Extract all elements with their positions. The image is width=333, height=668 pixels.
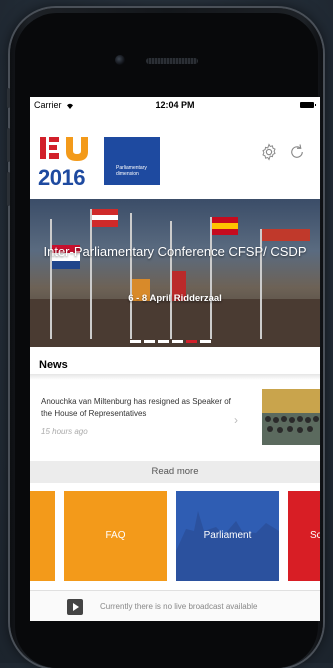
tile-parliament-label: Parliament [203,530,252,541]
volume-down-button [7,172,10,206]
live-broadcast-text: Currently there is no live broadcast ava… [100,602,258,611]
app-screen: Carrier 12:04 PM 2016 Parliamentary dime… [30,97,320,621]
news-thumbnail [262,389,320,445]
logo-box-text: Parliamentary dimension [116,165,147,177]
status-time: 12:04 PM [155,100,195,110]
chevron-right-icon: › [234,413,238,427]
carousel-dot[interactable] [130,340,141,343]
hero-flags-image [30,209,320,347]
app-header: 2016 Parliamentary dimension [30,113,320,199]
earpiece-speaker [146,58,198,64]
status-bar: Carrier 12:04 PM [30,97,320,113]
eu2016-logo: 2016 Parliamentary dimension [38,123,160,190]
header-actions [260,143,306,161]
front-camera [115,55,125,65]
battery-icon [300,102,316,108]
menu-tiles: FAQ Parliament Sc [30,491,320,581]
news-age: 15 hours ago [41,427,88,436]
tile-partial-right[interactable]: Sc [288,491,320,581]
hero-title: Inter-Parliamentary Conference CFSP/ CSD… [43,244,307,259]
tile-partial-left[interactable] [30,491,55,581]
carousel-dot-active[interactable] [186,340,197,343]
news-headline: Anouchka van Miltenburg has resigned as … [41,397,231,418]
logo-year: 2016 [38,165,85,190]
mute-switch [7,88,10,108]
news-list-item[interactable]: Anouchka van Miltenburg has resigned as … [30,380,320,452]
news-heading: News [39,359,68,371]
volume-up-button [7,128,10,162]
tile-faq[interactable]: FAQ [64,491,167,581]
carousel-indicator[interactable] [130,340,211,343]
logo-parliamentary-box: Parliamentary dimension [104,137,160,185]
read-more-button[interactable]: Read more [30,461,320,483]
carousel-dot[interactable] [172,340,183,343]
tile-parliament[interactable]: Parliament [176,491,279,581]
refresh-icon[interactable] [288,143,306,161]
eu-logo-mark [40,137,88,161]
hero-carousel[interactable]: Inter-Parliamentary Conference CFSP/ CSD… [30,199,320,347]
carousel-dot[interactable] [200,340,211,343]
carousel-dot[interactable] [158,340,169,343]
hero-subtitle: 6 - 8 April Ridderzaal [128,293,222,304]
carousel-dot[interactable] [144,340,155,343]
play-icon[interactable] [67,599,83,615]
settings-gear-icon[interactable] [260,143,278,161]
live-broadcast-bar: Currently there is no live broadcast ava… [30,590,320,621]
